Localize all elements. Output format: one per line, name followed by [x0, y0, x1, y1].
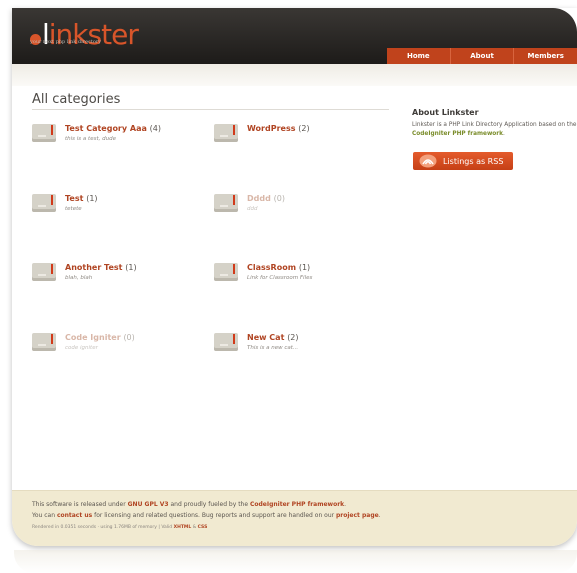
category-count: (4)	[149, 124, 162, 133]
category-link[interactable]: Code Igniter (0)	[65, 333, 135, 342]
sidebar-title: About Linkster	[412, 108, 479, 117]
contact-link[interactable]: contact us	[57, 512, 92, 519]
logo-tagline: your next php link directory	[30, 39, 102, 45]
category-link[interactable]: Test (1)	[65, 194, 98, 203]
logo-text: linkster	[42, 18, 139, 51]
category-item[interactable]: Test (1) tetete	[32, 194, 202, 224]
category-description: code igniter	[65, 345, 98, 351]
folder-icon	[214, 333, 238, 351]
category-item[interactable]: Code Igniter (0) code igniter	[32, 333, 202, 363]
category-link[interactable]: ClassRoom (1)	[247, 263, 310, 272]
folder-icon	[214, 263, 238, 281]
codeigniter-footer-link[interactable]: CodeIgniter PHP framework	[250, 501, 344, 508]
category-link[interactable]: Another Test (1)	[65, 263, 137, 272]
folder-icon	[32, 124, 56, 142]
category-item[interactable]: Test Category Aaa (4) this is a test, du…	[32, 124, 202, 154]
page-frame: linkster your next php link directory Ho…	[12, 8, 577, 546]
category-description: tetete	[65, 206, 82, 212]
category-link[interactable]: WordPress (2)	[247, 124, 310, 133]
category-description: Link for Classroom Files	[247, 275, 313, 281]
page-reflection	[14, 550, 577, 573]
footer-contact-line: You can contact us for licensing and rel…	[32, 512, 381, 519]
folder-icon	[32, 333, 56, 351]
xhtml-link[interactable]: XHTML	[174, 525, 192, 530]
footer-license-line: This software is released under GNU GPL …	[32, 501, 347, 508]
category-count: (0)	[273, 194, 285, 203]
footer-render-info: Rendered in 0.0351 seconds · using 1.76M…	[32, 525, 208, 530]
category-item[interactable]: WordPress (2)	[214, 124, 384, 154]
sub-header-bar	[12, 64, 577, 86]
folder-icon	[32, 194, 56, 212]
category-description: blah, blah	[65, 275, 93, 281]
category-description: This is a new cat...	[247, 345, 299, 351]
rss-icon	[419, 154, 437, 168]
gpl-link[interactable]: GNU GPL V3	[128, 501, 169, 508]
category-item[interactable]: ClassRoom (1) Link for Classroom Files	[214, 263, 384, 293]
folder-icon	[214, 124, 238, 142]
main-nav: Home About Members	[387, 48, 577, 64]
rss-listings-button[interactable]: Listings as RSS	[413, 152, 513, 170]
header: linkster your next php link directory Ho…	[12, 8, 577, 64]
sidebar-text: Linkster is a PHP Link Directory Applica…	[412, 122, 577, 137]
folder-icon	[32, 263, 56, 281]
codeigniter-link[interactable]: CodeIgniter PHP framework	[412, 131, 503, 137]
category-item[interactable]: New Cat (2) This is a new cat...	[214, 333, 384, 363]
category-count: (1)	[298, 263, 311, 272]
category-count: (0)	[123, 333, 135, 342]
category-link[interactable]: New Cat (2)	[247, 333, 299, 342]
category-count: (1)	[125, 263, 137, 272]
category-link[interactable]: Test Category Aaa (4)	[65, 124, 161, 133]
sidebar: About Linkster Linkster is a PHP Link Di…	[412, 108, 577, 170]
category-item[interactable]: Another Test (1) blah, blah	[32, 263, 202, 293]
page-title: All categories	[32, 92, 121, 107]
footer: This software is released under GNU GPL …	[12, 490, 577, 546]
nav-members[interactable]: Members	[513, 48, 577, 64]
nav-home[interactable]: Home	[387, 48, 450, 64]
category-item[interactable]: Dddd (0) ddd	[214, 194, 384, 224]
rss-button-label: Listings as RSS	[443, 156, 504, 166]
category-count: (2)	[298, 124, 310, 133]
category-link[interactable]: Dddd (0)	[247, 194, 285, 203]
category-description: this is a test, dude	[65, 136, 116, 142]
folder-icon	[214, 194, 238, 212]
category-description: ddd	[247, 206, 258, 212]
css-link[interactable]: CSS	[198, 525, 208, 530]
project-page-link[interactable]: project page	[336, 512, 379, 519]
category-count: (2)	[287, 333, 299, 342]
nav-about[interactable]: About	[449, 48, 514, 64]
title-divider	[32, 109, 389, 110]
category-count: (1)	[86, 194, 98, 203]
